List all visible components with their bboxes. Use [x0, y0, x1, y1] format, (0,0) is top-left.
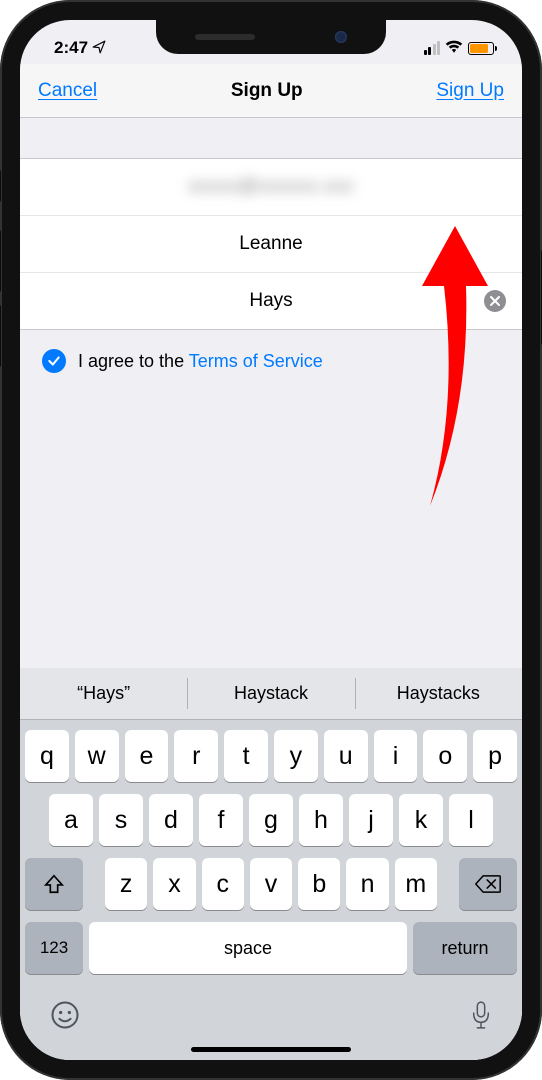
signup-button[interactable]: Sign Up: [436, 80, 504, 102]
location-services-icon: [92, 40, 106, 57]
key-l[interactable]: l: [449, 794, 493, 846]
navigation-bar: Cancel Sign Up Sign Up: [20, 64, 522, 118]
terms-prefix: I agree to the: [78, 351, 189, 371]
key-o[interactable]: o: [423, 730, 467, 782]
key-y[interactable]: y: [274, 730, 318, 782]
key-x[interactable]: x: [153, 858, 195, 910]
key-u[interactable]: u: [324, 730, 368, 782]
key-s[interactable]: s: [99, 794, 143, 846]
wifi-icon: [445, 39, 463, 58]
dictation-mic-icon[interactable]: [470, 1000, 492, 1037]
page-title: Sign Up: [231, 80, 303, 102]
last-name-value: Hays: [36, 290, 506, 312]
key-i[interactable]: i: [374, 730, 418, 782]
key-numbers[interactable]: 123: [25, 922, 83, 974]
key-backspace[interactable]: [459, 858, 517, 910]
key-n[interactable]: n: [346, 858, 388, 910]
cellular-signal-icon: [424, 41, 441, 55]
key-m[interactable]: m: [395, 858, 437, 910]
key-p[interactable]: p: [473, 730, 517, 782]
key-w[interactable]: w: [75, 730, 119, 782]
key-r[interactable]: r: [174, 730, 218, 782]
suggestion-bar: “Hays” Haystack Haystacks: [20, 668, 522, 720]
keyboard: “Hays” Haystack Haystacks q w e r t y u …: [20, 668, 522, 1060]
cancel-button[interactable]: Cancel: [38, 80, 97, 102]
key-t[interactable]: t: [224, 730, 268, 782]
device-notch: [156, 20, 386, 54]
key-k[interactable]: k: [399, 794, 443, 846]
battery-icon: [468, 42, 494, 55]
key-j[interactable]: j: [349, 794, 393, 846]
email-field-value: xxxxx@xxxxxx.xxx: [36, 176, 506, 198]
key-q[interactable]: q: [25, 730, 69, 782]
suggestion-1[interactable]: “Hays”: [20, 668, 187, 719]
terms-row: I agree to the Terms of Service: [20, 329, 522, 393]
suggestion-3[interactable]: Haystacks: [355, 668, 522, 719]
key-z[interactable]: z: [105, 858, 147, 910]
key-e[interactable]: e: [125, 730, 169, 782]
key-f[interactable]: f: [199, 794, 243, 846]
last-name-field-row[interactable]: Hays: [20, 272, 522, 330]
key-c[interactable]: c: [202, 858, 244, 910]
key-shift[interactable]: [25, 858, 83, 910]
key-h[interactable]: h: [299, 794, 343, 846]
key-return[interactable]: return: [413, 922, 517, 974]
terms-checkbox[interactable]: [42, 349, 66, 373]
key-g[interactable]: g: [249, 794, 293, 846]
terms-of-service-link[interactable]: Terms of Service: [189, 351, 323, 371]
suggestion-2[interactable]: Haystack: [187, 668, 354, 719]
home-indicator[interactable]: [191, 1047, 351, 1052]
content-area: xxxxx@xxxxxx.xxx Leanne Hays I agree: [20, 118, 522, 1060]
email-field-row[interactable]: xxxxx@xxxxxx.xxx: [20, 158, 522, 216]
key-d[interactable]: d: [149, 794, 193, 846]
first-name-value: Leanne: [36, 233, 506, 255]
key-a[interactable]: a: [49, 794, 93, 846]
first-name-field-row[interactable]: Leanne: [20, 215, 522, 273]
status-time: 2:47: [54, 38, 88, 58]
emoji-keyboard-icon[interactable]: [50, 1000, 80, 1037]
key-v[interactable]: v: [250, 858, 292, 910]
terms-label: I agree to the Terms of Service: [78, 351, 323, 372]
key-b[interactable]: b: [298, 858, 340, 910]
clear-text-icon[interactable]: [484, 290, 506, 312]
key-space[interactable]: space: [89, 922, 407, 974]
